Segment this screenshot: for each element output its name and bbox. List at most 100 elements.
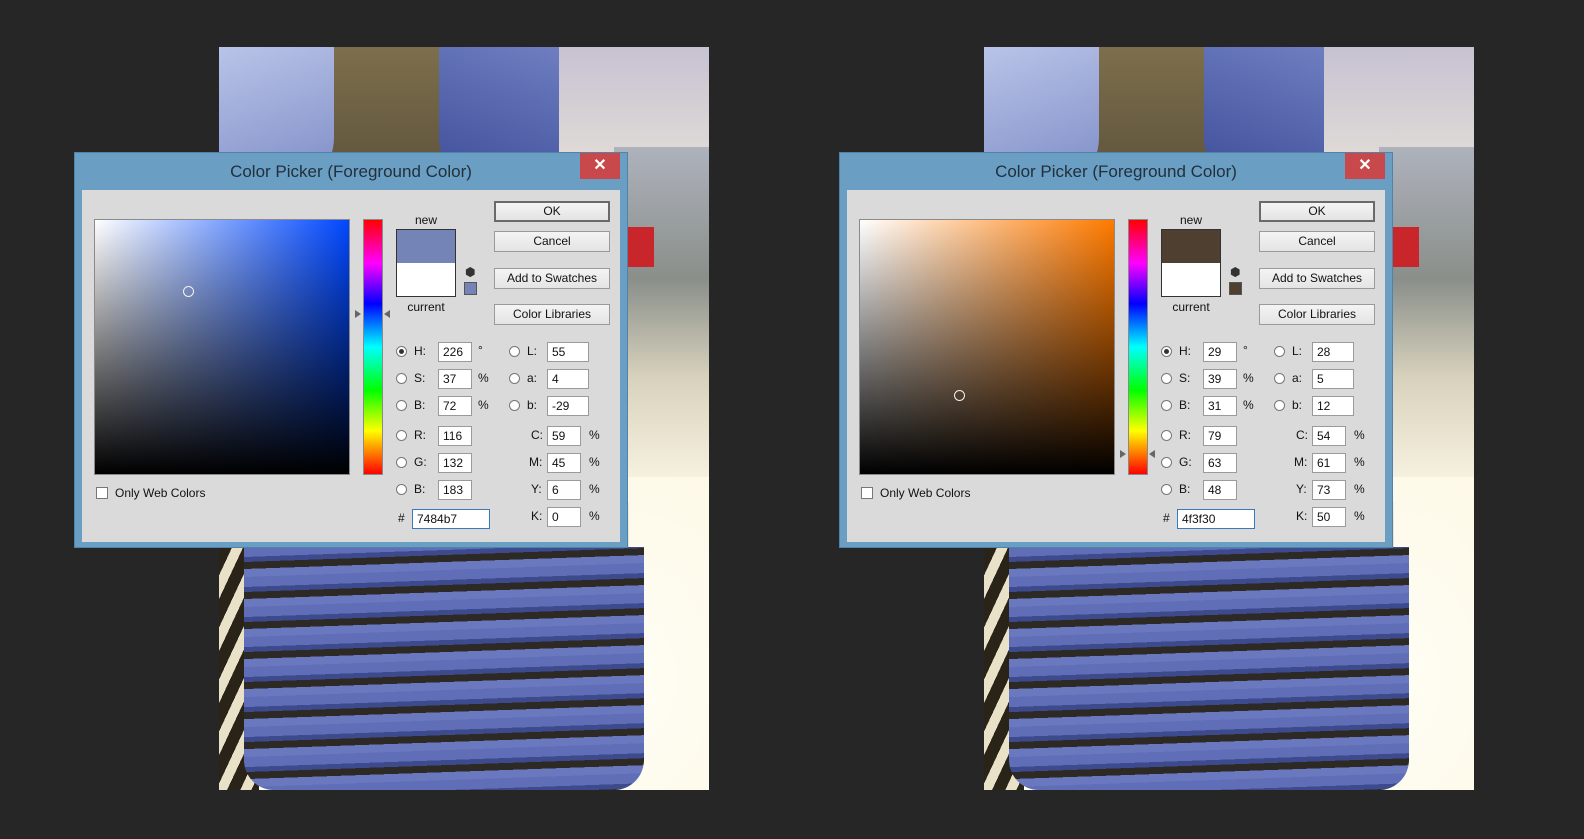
percent-unit: % [1354,482,1365,496]
red-radio[interactable] [396,430,407,441]
b-channel-label: b: [527,398,538,412]
red-input[interactable]: 79 [1203,426,1237,446]
magenta-input[interactable]: 61 [1312,453,1346,473]
blue-radio[interactable] [396,484,407,495]
websafe-color-icon[interactable] [464,282,477,295]
cube-icon[interactable]: ⬢ [1230,266,1240,278]
cyan-input[interactable]: 54 [1312,426,1346,446]
blue-input[interactable]: 48 [1203,480,1237,500]
brightness-input[interactable]: 72 [438,396,472,416]
black-input[interactable]: 50 [1312,507,1346,527]
red-radio[interactable] [1161,430,1172,441]
b-channel-radio[interactable] [1274,400,1285,411]
percent-unit: % [1354,428,1365,442]
hue-slider[interactable] [1128,219,1148,475]
cyan-input[interactable]: 59 [547,426,581,446]
ok-button[interactable]: OK [494,201,610,222]
green-input[interactable]: 63 [1203,453,1237,473]
percent-unit: % [1354,509,1365,523]
color-field-marker[interactable] [953,389,965,401]
yellow-input[interactable]: 6 [547,480,581,500]
red-label: R: [414,428,426,442]
hue-slider-left-arrow-icon[interactable] [355,310,361,319]
add-to-swatches-button[interactable]: Add to Swatches [494,268,610,289]
hue-input[interactable]: 226 [438,342,472,362]
only-web-colors-checkbox[interactable] [861,487,873,499]
a-channel-label: a: [1292,371,1303,385]
hue-radio[interactable] [1161,346,1172,357]
red-input[interactable]: 116 [438,426,472,446]
color-field[interactable] [94,219,350,475]
blue-label: B: [414,482,426,496]
hue-slider-right-arrow-icon[interactable] [384,310,390,319]
saturation-input[interactable]: 39 [1203,369,1237,389]
new-label: new [414,213,437,227]
saturation-radio[interactable] [396,373,407,384]
color-libraries-button[interactable]: Color Libraries [1259,304,1375,325]
color-field-marker[interactable] [183,285,195,297]
hue-input[interactable]: 29 [1203,342,1237,362]
cancel-button[interactable]: Cancel [494,231,610,252]
cancel-button[interactable]: Cancel [1259,231,1375,252]
brightness-radio[interactable] [1161,400,1172,411]
a-channel-input[interactable]: 5 [1312,369,1354,389]
percent-unit: % [589,482,600,496]
color-field[interactable] [859,219,1115,475]
b-channel-radio[interactable] [509,400,520,411]
b-channel-label: b: [1292,398,1303,412]
percent-unit: % [589,455,600,469]
current-label: current [1172,300,1210,314]
a-channel-radio[interactable] [509,373,520,384]
magenta-label: M: [1294,455,1308,469]
hue-radio[interactable] [396,346,407,357]
blue-input[interactable]: 183 [438,480,472,500]
saturation-radio[interactable] [1161,373,1172,384]
lightness-input[interactable]: 55 [547,342,589,362]
green-radio[interactable] [1161,457,1172,468]
percent-unit: % [589,428,600,442]
color-picker-dialog-right: Color Picker (Foreground Color) ✕ new cu… [839,152,1393,548]
percent-unit: % [478,371,489,385]
title-bar[interactable]: Color Picker (Foreground Color) ✕ [75,153,627,189]
add-to-swatches-button[interactable]: Add to Swatches [1259,268,1375,289]
cyan-label: C: [1296,428,1308,442]
close-button[interactable]: ✕ [1345,153,1385,179]
cube-icon[interactable]: ⬢ [465,266,475,278]
hex-input[interactable]: 4f3f30 [1177,509,1255,529]
black-input[interactable]: 0 [547,507,581,527]
percent-unit: % [1243,398,1254,412]
ok-button[interactable]: OK [1259,201,1375,222]
green-label: G: [414,455,427,469]
only-web-colors-label: Only Web Colors [880,486,971,500]
hue-slider[interactable] [363,219,383,475]
percent-unit: % [1354,455,1365,469]
green-input[interactable]: 132 [438,453,472,473]
hex-input[interactable]: 7484b7 [412,509,490,529]
lightness-label: L: [1292,344,1303,358]
blue-radio[interactable] [1161,484,1172,495]
saturation-input[interactable]: 37 [438,369,472,389]
saturation-label: S: [1179,371,1191,385]
black-label: K: [1296,509,1308,523]
lightness-radio[interactable] [509,346,520,357]
brightness-radio[interactable] [396,400,407,411]
b-channel-input[interactable]: -29 [547,396,589,416]
yellow-input[interactable]: 73 [1312,480,1346,500]
a-channel-input[interactable]: 4 [547,369,589,389]
websafe-color-icon[interactable] [1229,282,1242,295]
close-button[interactable]: ✕ [580,153,620,179]
brightness-input[interactable]: 31 [1203,396,1237,416]
magenta-input[interactable]: 45 [547,453,581,473]
hue-slider-right-arrow-icon[interactable] [1149,450,1155,459]
only-web-colors-checkbox[interactable] [96,487,108,499]
color-libraries-button[interactable]: Color Libraries [494,304,610,325]
current-color-swatch[interactable] [1161,263,1221,297]
hue-slider-left-arrow-icon[interactable] [1120,450,1126,459]
a-channel-radio[interactable] [1274,373,1285,384]
lightness-radio[interactable] [1274,346,1285,357]
b-channel-input[interactable]: 12 [1312,396,1354,416]
current-color-swatch[interactable] [396,263,456,297]
green-radio[interactable] [396,457,407,468]
title-bar[interactable]: Color Picker (Foreground Color) ✕ [840,153,1392,189]
lightness-input[interactable]: 28 [1312,342,1354,362]
